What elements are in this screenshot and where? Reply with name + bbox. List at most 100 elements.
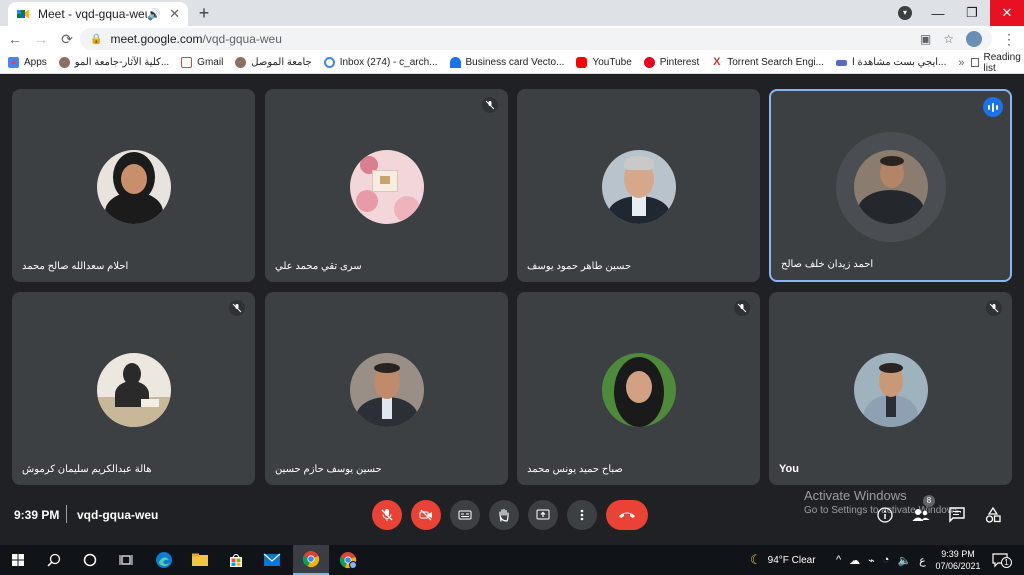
- folder-icon: [192, 553, 208, 566]
- show-everyone-button[interactable]: [912, 506, 930, 524]
- present-now-button[interactable]: [528, 500, 558, 530]
- mail-icon: [263, 553, 281, 566]
- task-view-button[interactable]: [108, 545, 144, 575]
- bookmark-item[interactable]: جامعة الموصل: [235, 57, 312, 68]
- toggle-camera-button[interactable]: [411, 500, 441, 530]
- bookmark-youtube[interactable]: YouTube: [576, 57, 632, 68]
- present-screen-icon: [536, 509, 550, 520]
- activities-button[interactable]: [984, 506, 1002, 524]
- bookmark-inbox[interactable]: Inbox (274) - c_arch...: [323, 57, 438, 68]
- browser-tab-meet[interactable]: Meet - vqd-gqua-weu 🔊 ✕: [8, 2, 188, 26]
- lock-icon[interactable]: 🔒: [90, 34, 102, 45]
- new-tab-button[interactable]: +: [194, 3, 214, 23]
- mic-off-icon: [734, 300, 750, 316]
- bookmark-star-icon[interactable]: ☆: [943, 32, 954, 46]
- taskbar-mail[interactable]: [254, 545, 290, 575]
- start-button[interactable]: [0, 545, 36, 575]
- show-hidden-icons-chevron-icon[interactable]: ^: [836, 554, 841, 566]
- more-bookmarks-icon[interactable]: »: [958, 57, 964, 69]
- participant-name: احمد زيدان خلف صالح: [781, 259, 874, 270]
- input-language[interactable]: ع: [919, 554, 926, 567]
- participant-tile[interactable]: حسين يوسف حازم حسين: [265, 292, 508, 485]
- reload-icon[interactable]: ⟳: [56, 28, 78, 50]
- mic-off-icon: [482, 97, 498, 113]
- chrome-profile-menu-icon[interactable]: ▾: [898, 6, 912, 20]
- onedrive-cloud-icon[interactable]: ☁: [849, 554, 860, 567]
- moon-icon: ☾: [750, 552, 762, 567]
- raise-hand-button[interactable]: [489, 500, 519, 530]
- bookmark-business-card[interactable]: Business card Vecto...: [449, 57, 564, 68]
- wifi-icon[interactable]: ◔: [883, 554, 890, 566]
- forward-arrow-icon[interactable]: →: [30, 28, 52, 50]
- bookmark-pinterest[interactable]: Pinterest: [643, 57, 700, 68]
- cortana-button[interactable]: [72, 545, 108, 575]
- taskbar-chrome-profile[interactable]: [330, 545, 366, 575]
- leave-call-button[interactable]: [606, 500, 648, 530]
- task-view-icon: [119, 555, 133, 565]
- edge-icon: [156, 552, 172, 568]
- participant-tile-active-speaker[interactable]: احمد زيدان خلف صالح: [769, 89, 1012, 282]
- taskbar-chrome-active[interactable]: [293, 545, 329, 575]
- bookmark-label: Apps: [24, 57, 47, 68]
- address-bar[interactable]: 🔒 meet.google.com/vqd-gqua-weu ▣ ☆: [80, 28, 992, 50]
- participant-avatar: [853, 352, 928, 427]
- restore-window-icon[interactable]: ❐: [956, 0, 988, 26]
- participant-avatar: [96, 149, 171, 224]
- university-logo-icon: [235, 57, 247, 68]
- search-button[interactable]: [36, 545, 72, 575]
- tab-audio-icon[interactable]: 🔊: [147, 8, 161, 21]
- tab-close-icon[interactable]: ✕: [169, 6, 180, 22]
- participant-name: صباح حميد يونس محمد: [527, 464, 623, 475]
- activate-title: Activate Windows: [804, 488, 907, 503]
- participant-tile[interactable]: حسين طاهر حمود يوسف: [517, 89, 760, 282]
- url-host: meet.google.com: [110, 32, 203, 46]
- browser-tab-bar: Meet - vqd-gqua-weu 🔊 ✕ + ▾ — ❐ ✕: [0, 0, 1024, 26]
- taskbar-file-explorer[interactable]: [182, 545, 218, 575]
- weather-widget[interactable]: ☾ 94°F Clear: [750, 545, 816, 575]
- chat-icon: [949, 507, 965, 523]
- google-meet-icon: [17, 9, 29, 19]
- bookmark-item[interactable]: كلية الآثار-جامعة المو...: [58, 57, 169, 68]
- mic-off-icon: [229, 300, 245, 316]
- speaking-indicator-icon: [983, 97, 1003, 117]
- camera-blocked-icon[interactable]: ▣: [920, 32, 931, 46]
- action-center-button[interactable]: 1: [992, 545, 1012, 575]
- bookmark-gmail[interactable]: Gmail: [181, 57, 223, 68]
- profile-avatar[interactable]: [966, 31, 982, 47]
- camera-off-icon: [419, 509, 432, 521]
- bookmark-label: Pinterest: [659, 57, 700, 68]
- reading-list-label: Reading list: [983, 51, 1021, 74]
- taskbar-store[interactable]: [218, 545, 254, 575]
- volume-icon[interactable]: 🔈: [897, 554, 911, 567]
- back-arrow-icon[interactable]: ←: [4, 28, 26, 50]
- participant-tile[interactable]: صباح حميد يونس محمد: [517, 292, 760, 485]
- bookmark-egybest[interactable]: ايجي بست مشاهدة ا...: [835, 57, 946, 68]
- participant-tile[interactable]: هالة عبدالكريم سليمان كرموش: [12, 292, 255, 485]
- notification-count: 1: [1001, 557, 1012, 568]
- participant-tile[interactable]: احلام سعدالله صالح محمد: [12, 89, 255, 282]
- meeting-details-button[interactable]: [876, 506, 894, 524]
- minimize-window-icon[interactable]: —: [922, 0, 954, 26]
- chrome-menu-icon[interactable]: ⋮: [1002, 31, 1016, 48]
- people-icon: [912, 509, 930, 521]
- participant-tile[interactable]: سرى تقي محمد علي: [265, 89, 508, 282]
- bookmark-apps[interactable]: Apps: [8, 57, 47, 68]
- search-icon: [47, 553, 61, 567]
- university-logo-icon: [58, 57, 70, 68]
- close-window-icon[interactable]: ✕: [990, 0, 1024, 26]
- more-options-button[interactable]: [567, 500, 597, 530]
- participant-tile-self[interactable]: You: [769, 292, 1012, 485]
- system-clock[interactable]: 9:39 PM 07/06/2021: [930, 548, 986, 572]
- taskbar-edge[interactable]: [146, 545, 182, 575]
- network-icon[interactable]: ⌁: [868, 554, 875, 567]
- toggle-microphone-button[interactable]: [372, 500, 402, 530]
- meeting-divider: [66, 505, 67, 523]
- meeting-time: 9:39 PM: [14, 508, 60, 522]
- more-vert-icon: [580, 509, 584, 521]
- meet-control-bar: 9:39 PM vqd-gqua-weu Activate Windows Go…: [0, 488, 1024, 544]
- bookmark-torrent[interactable]: X Torrent Search Engi...: [711, 57, 824, 69]
- captions-button[interactable]: [450, 500, 480, 530]
- chat-button[interactable]: [948, 506, 966, 524]
- reading-list-button[interactable]: Reading list: [970, 51, 1023, 74]
- windows-logo-icon: [12, 554, 24, 566]
